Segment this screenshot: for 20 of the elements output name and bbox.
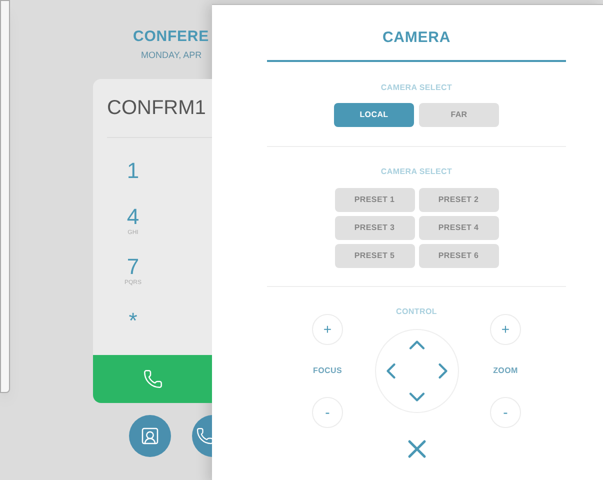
phone-icon xyxy=(143,369,163,389)
video-contact-button[interactable] xyxy=(129,415,171,457)
dialer-title: CONFERE xyxy=(133,27,210,47)
side-label: ZOOM xyxy=(493,364,518,376)
dial-key[interactable]: * xyxy=(93,296,173,346)
date-text: MONDAY, APR xyxy=(141,48,203,62)
panel-title: CAMERA xyxy=(382,28,451,48)
camera-option-tab[interactable]: FAR xyxy=(419,102,499,126)
minus-button[interactable]: - xyxy=(490,396,521,428)
plus-button[interactable]: + xyxy=(490,314,521,344)
dial-key[interactable]: 1 xyxy=(93,146,173,196)
side-label: FOCUS xyxy=(313,364,342,376)
section-label: CAMERA SELECT xyxy=(380,166,452,178)
minus-button[interactable]: - xyxy=(312,396,343,428)
section-label: CAMERA SELECT xyxy=(380,82,452,94)
plus-button[interactable]: + xyxy=(312,314,343,344)
user-square-icon xyxy=(140,426,160,446)
section-label: CONTROL xyxy=(396,306,437,318)
dial-entry: CONFRM1 xyxy=(107,96,206,121)
camera-option-tab[interactable]: LOCAL xyxy=(334,102,414,126)
